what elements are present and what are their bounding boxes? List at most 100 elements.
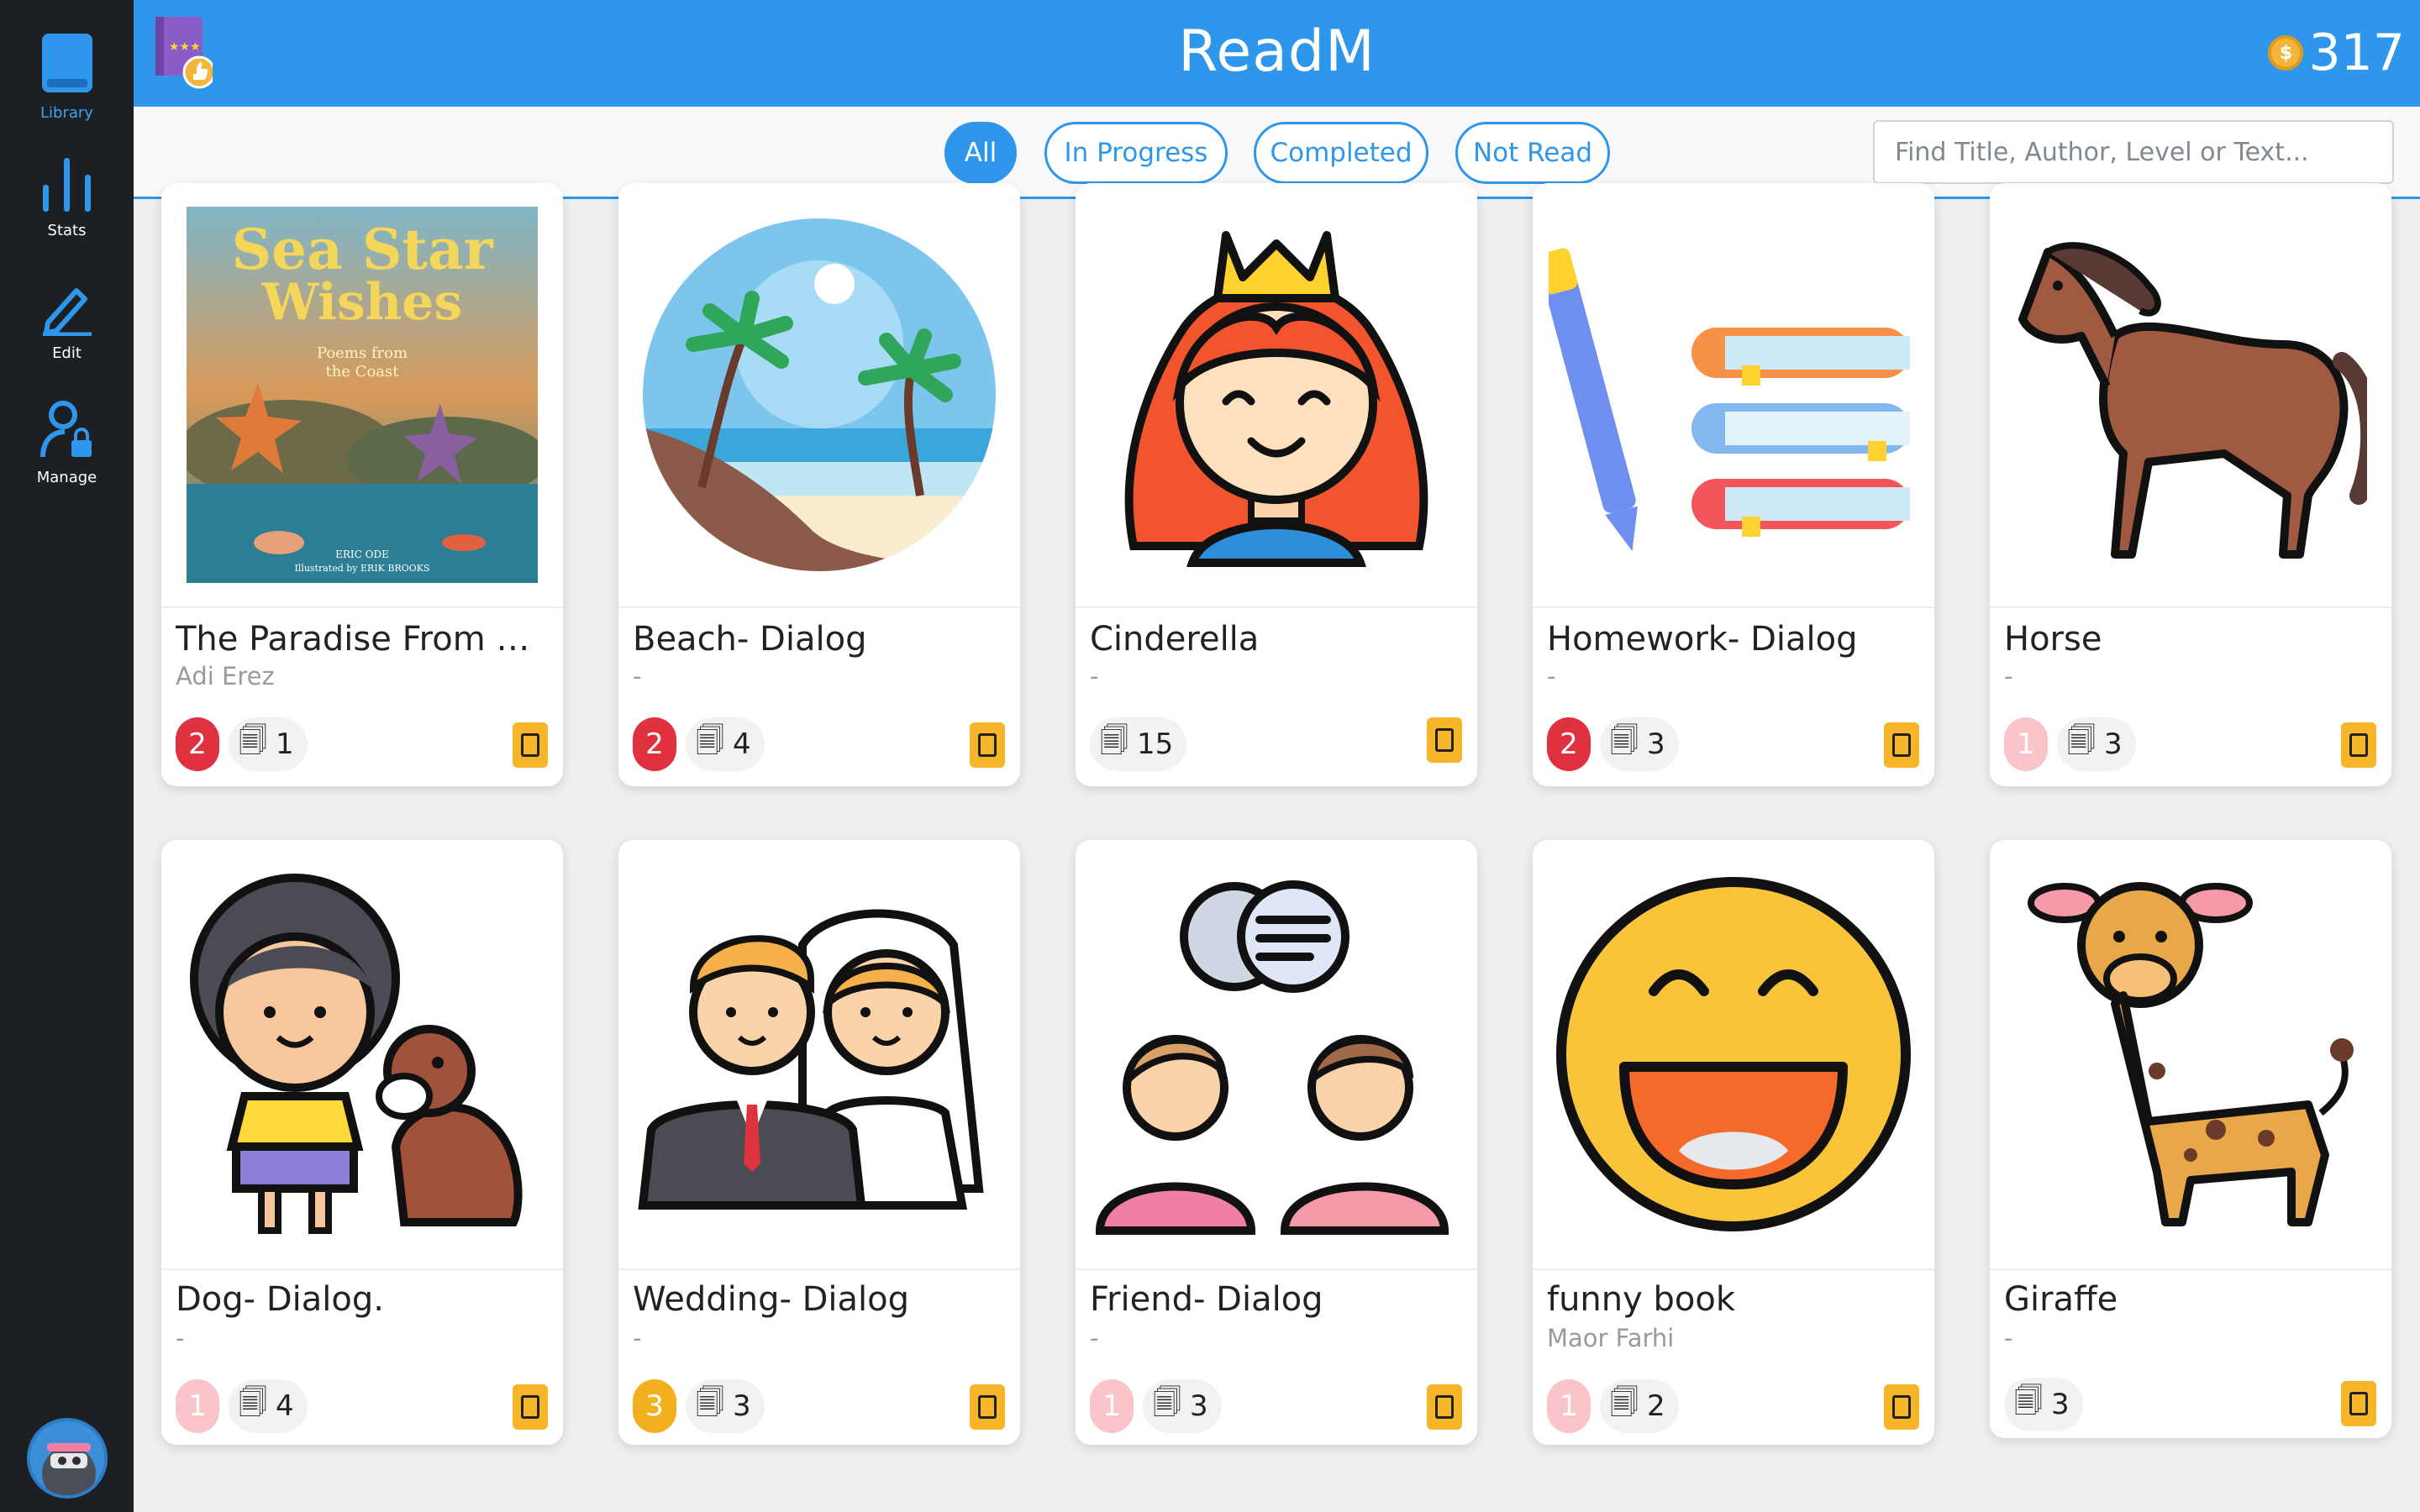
pages-icon: 🗐 xyxy=(2067,723,2096,758)
bar-chart-icon xyxy=(42,158,91,212)
book-author: - xyxy=(176,1324,185,1352)
page-count: 🗐 3 xyxy=(2057,717,2136,771)
book-title: Dog- Dialog. xyxy=(176,1280,384,1319)
book-title: Wedding- Dialog xyxy=(633,1280,910,1319)
page-count: 🗐 15 xyxy=(1090,717,1187,771)
book-title: Homework- Dialog xyxy=(1547,620,1858,659)
book-cover: Sea Star Wishes Poems from the Coast ERI… xyxy=(161,183,563,608)
sidebar-item-label: Library xyxy=(40,104,93,122)
giraffe-icon xyxy=(2028,882,2354,1226)
level-badge: 2 xyxy=(1547,717,1591,771)
page-count-value: 3 xyxy=(732,1389,751,1423)
sidebar-item-edit[interactable]: Edit xyxy=(0,279,134,362)
sidebar-item-stats[interactable]: Stats xyxy=(0,156,134,239)
bookmark-button[interactable] xyxy=(1884,1384,1919,1430)
page-count-value: 3 xyxy=(2103,727,2123,761)
pages-icon: 🗐 xyxy=(2014,1383,2043,1418)
tab-not-read[interactable]: Not Read xyxy=(1455,122,1610,184)
book-card[interactable]: Cinderella - 🗐 15 xyxy=(1076,183,1477,786)
level-badge: 1 xyxy=(1547,1379,1591,1433)
search-input[interactable] xyxy=(1873,120,2394,184)
bookmark-button[interactable] xyxy=(513,1384,548,1430)
bookmark-button[interactable] xyxy=(513,722,548,768)
book-open-icon xyxy=(521,1395,539,1419)
book-author: - xyxy=(1090,662,1099,690)
cover-subtitle-line2: the Coast xyxy=(325,363,399,381)
book-open-icon xyxy=(978,1395,997,1419)
book-card[interactable]: Sea Star Wishes Poems from the Coast ERI… xyxy=(161,183,563,786)
avatar-image xyxy=(42,1443,96,1495)
book-card[interactable]: Giraffe - 🗐 3 xyxy=(1990,840,2391,1438)
book-card[interactable]: funny book Maor Farhi 1 🗐 2 xyxy=(1533,840,1934,1445)
pages-icon: 🗐 xyxy=(239,1385,267,1420)
page-count: 🗐 3 xyxy=(2004,1378,2083,1431)
bookmark-button[interactable] xyxy=(1884,722,1919,768)
coin-count: 317 xyxy=(2308,24,2405,82)
page-count: 🗐 3 xyxy=(1600,717,1679,771)
book-author: - xyxy=(633,662,642,690)
page-count: 🗐 3 xyxy=(1143,1379,1222,1433)
bookmark-button[interactable] xyxy=(1427,1384,1462,1430)
sea-star-wishes-cover: Sea Star Wishes Poems from the Coast ERI… xyxy=(187,207,538,583)
book-cover xyxy=(1076,840,1477,1270)
book-icon xyxy=(41,34,92,92)
pages-icon: 🗐 xyxy=(1153,1385,1181,1420)
coin-icon: $ xyxy=(2268,35,2304,71)
book-card[interactable]: Dog- Dialog. - 1 🗐 4 xyxy=(161,840,563,1445)
book-author: - xyxy=(1547,662,1556,690)
bookmark-button[interactable] xyxy=(2341,1381,2376,1426)
book-title: funny book xyxy=(1547,1280,1736,1319)
cover-illustrator: Illustrated by ERIK BROOKS xyxy=(294,563,429,574)
user-lock-icon xyxy=(39,401,92,458)
sidebar-item-manage[interactable]: Manage xyxy=(0,400,134,486)
bookmark-button[interactable] xyxy=(1427,717,1462,763)
sidebar-item-label: Edit xyxy=(52,344,82,362)
page-count-value: 15 xyxy=(1136,727,1174,761)
level-badge: 1 xyxy=(2004,717,2048,771)
sidebar-item-label: Stats xyxy=(47,222,87,239)
page-count-value: 4 xyxy=(275,1389,294,1423)
tab-completed[interactable]: Completed xyxy=(1254,122,1428,184)
book-cover xyxy=(1533,183,1934,608)
book-author: - xyxy=(1090,1324,1099,1352)
page-count-value: 2 xyxy=(1646,1389,1665,1423)
book-author: Adi Erez xyxy=(176,662,275,690)
book-cover xyxy=(1990,840,2391,1270)
bookmark-button[interactable] xyxy=(2341,722,2376,768)
book-card[interactable]: Beach- Dialog - 2 🗐 4 xyxy=(618,183,1020,786)
pages-icon: 🗐 xyxy=(1610,723,1639,758)
cover-author: ERIC ODE xyxy=(335,549,389,560)
tab-in-progress[interactable]: In Progress xyxy=(1044,122,1228,184)
book-cover xyxy=(618,183,1020,608)
book-title: Friend- Dialog xyxy=(1090,1280,1323,1319)
book-cover xyxy=(1990,183,2391,608)
cover-title-line2: Wishes xyxy=(261,273,462,332)
book-title: Giraffe xyxy=(2004,1280,2118,1319)
bookmark-button[interactable] xyxy=(970,1384,1005,1430)
book-card[interactable]: Homework- Dialog - 2 🗐 3 xyxy=(1533,183,1934,786)
book-card[interactable]: Wedding- Dialog - 3 🗐 3 xyxy=(618,840,1020,1445)
level-badge: 3 xyxy=(633,1379,676,1433)
book-author: - xyxy=(2004,1324,2013,1352)
user-avatar[interactable] xyxy=(27,1418,108,1499)
page-count: 🗐 3 xyxy=(686,1379,765,1433)
book-card[interactable]: Horse - 1 🗐 3 xyxy=(1990,183,2391,786)
tab-all[interactable]: All xyxy=(944,122,1017,184)
book-open-icon xyxy=(2349,733,2368,757)
page-count: 🗐 4 xyxy=(686,717,765,771)
book-cover xyxy=(618,840,1020,1270)
book-card[interactable]: Friend- Dialog - 1 🗐 3 xyxy=(1076,840,1477,1445)
book-open-icon xyxy=(2349,1392,2368,1415)
level-badge: 1 xyxy=(176,1379,219,1433)
laughing-face-icon xyxy=(1556,877,1911,1231)
book-title: Horse xyxy=(2004,620,2102,659)
book-open-icon xyxy=(521,733,539,757)
level-badge: 2 xyxy=(633,717,676,771)
cover-subtitle-line1: Poems from xyxy=(317,344,408,362)
book-cover xyxy=(1533,840,1934,1270)
bookmark-button[interactable] xyxy=(970,722,1005,768)
book-title: Cinderella xyxy=(1090,620,1260,659)
sidebar-item-library[interactable]: Library xyxy=(0,32,134,122)
sidebar-item-label: Manage xyxy=(36,469,97,486)
book-author: - xyxy=(633,1324,642,1352)
